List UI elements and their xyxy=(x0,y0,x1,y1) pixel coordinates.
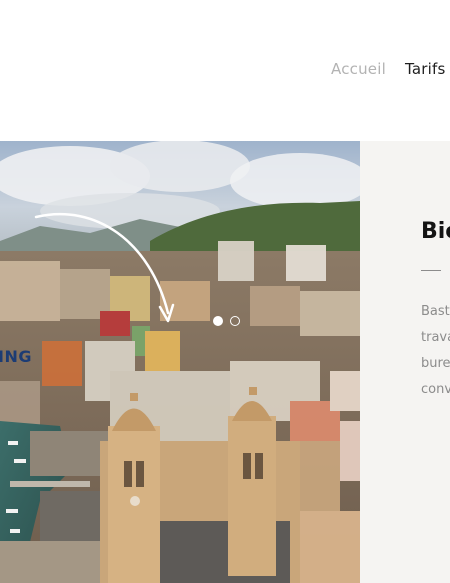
hero-image xyxy=(0,141,360,583)
intro-panel: Bie Bast trava bure conv xyxy=(360,141,450,583)
intro-text-line: Bast xyxy=(421,304,450,319)
intro-text-line: bure xyxy=(421,356,450,371)
intro-text: Bast trava bure conv xyxy=(421,299,450,403)
hero-slider[interactable]: ING xyxy=(0,141,360,583)
intro-text-line: conv xyxy=(421,382,450,397)
hero-overlay-label: ING xyxy=(0,347,32,366)
intro-title: Bie xyxy=(421,219,450,244)
main-nav: Accueil Tarifs xyxy=(331,60,445,78)
slider-dot-2[interactable] xyxy=(230,316,240,326)
nav-link-pricing[interactable]: Tarifs xyxy=(405,60,446,78)
slider-dots xyxy=(213,316,240,326)
page: Accueil Tarifs ING Bi Bast trav bure con… xyxy=(0,0,450,583)
title-divider xyxy=(421,270,441,271)
header: Accueil Tarifs xyxy=(0,0,450,141)
slider-dot-1[interactable] xyxy=(213,316,223,326)
nav-link-home[interactable]: Accueil xyxy=(331,60,386,78)
intro-text-line: trava xyxy=(421,330,450,345)
